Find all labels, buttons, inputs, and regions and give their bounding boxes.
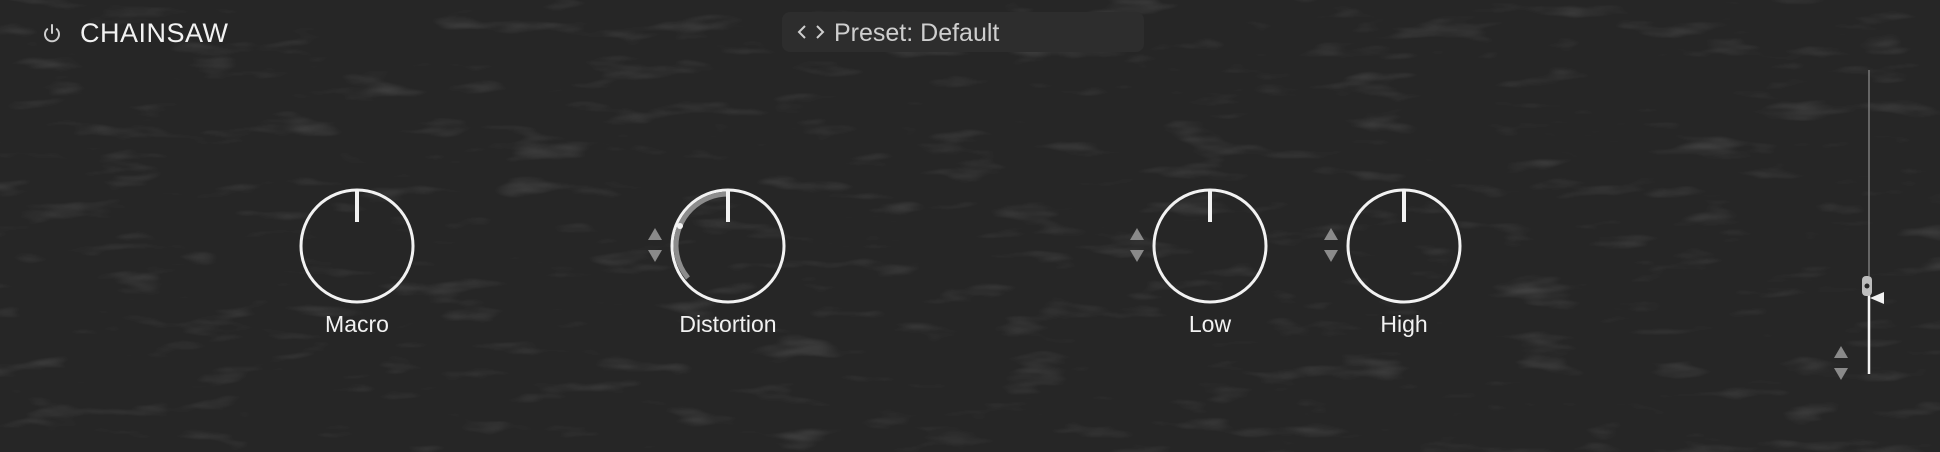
- arrow-up-icon[interactable]: [1322, 226, 1340, 242]
- low-modulation-stepper[interactable]: [1128, 226, 1146, 268]
- high-label: High: [1380, 311, 1428, 337]
- low-knob[interactable]: [1150, 186, 1270, 306]
- arrow-down-icon[interactable]: [1322, 248, 1340, 264]
- distortion-modulation-stepper[interactable]: [646, 226, 664, 268]
- macro-knob[interactable]: [297, 186, 417, 306]
- chevron-left-icon[interactable]: [794, 22, 810, 42]
- preset-selector[interactable]: Preset: Default: [782, 12, 1144, 52]
- plugin-window: CHAINSAW Preset: Default Macro Distortio…: [0, 0, 1940, 452]
- low-label: Low: [1188, 311, 1232, 337]
- high-knob[interactable]: [1344, 186, 1464, 306]
- plugin-title: CHAINSAW: [80, 18, 229, 48]
- output-stepper[interactable]: [1832, 344, 1850, 386]
- distortion-knob[interactable]: [668, 186, 788, 306]
- arrow-up-icon[interactable]: [1128, 226, 1146, 242]
- arrow-up-icon[interactable]: [1832, 344, 1850, 360]
- preset-name[interactable]: Preset: Default: [834, 19, 999, 48]
- arrow-down-icon[interactable]: [1832, 366, 1850, 382]
- power-icon[interactable]: [40, 22, 64, 46]
- macro-label: Macro: [325, 311, 389, 337]
- high-modulation-stepper[interactable]: [1322, 226, 1340, 268]
- chevron-right-icon[interactable]: [812, 22, 828, 42]
- output-level-pointer[interactable]: [1868, 290, 1886, 306]
- arrow-down-icon[interactable]: [646, 248, 664, 264]
- output-level-meter: [1867, 70, 1871, 374]
- arrow-down-icon[interactable]: [1128, 248, 1146, 264]
- arrow-up-icon[interactable]: [646, 226, 664, 242]
- background-texture: [0, 0, 1940, 452]
- distortion-label: Distortion: [679, 311, 777, 337]
